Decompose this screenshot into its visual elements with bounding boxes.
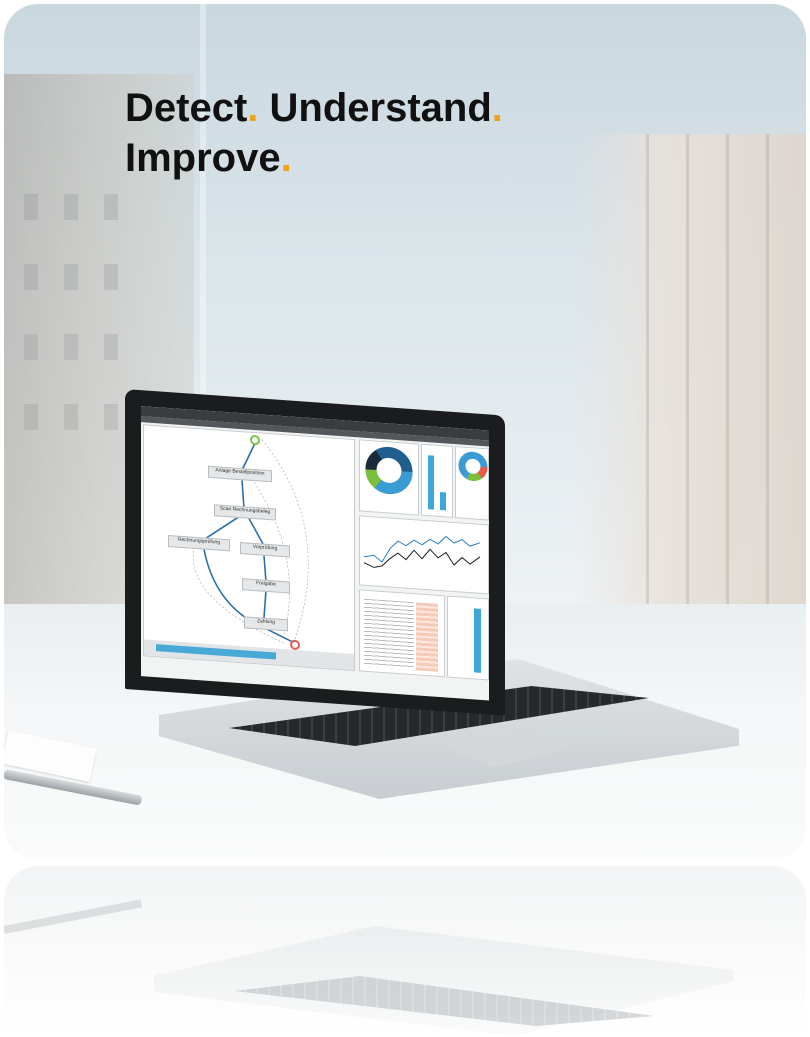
process-start-icon: [250, 434, 260, 446]
bar-chart-panel: [447, 595, 489, 681]
building-window: [24, 194, 38, 220]
reflection-pen: [4, 899, 143, 934]
process-edge: [263, 555, 267, 582]
line-chart: [363, 535, 481, 568]
donut-chart: [365, 446, 413, 495]
process-end-icon: [290, 639, 300, 651]
building-window: [64, 334, 78, 360]
building-window: [104, 264, 118, 290]
process-map-panel: Anlage Bestellposition Scan Rechnungsbel…: [143, 424, 355, 672]
donut-chart-panel: [455, 446, 489, 521]
building-window: [64, 404, 78, 430]
table-panel: [359, 589, 445, 678]
donut-chart: [458, 451, 488, 481]
table-heat-column: [416, 602, 438, 672]
process-edge: [247, 516, 265, 547]
building-column: [646, 134, 649, 654]
hero-card: Detect. Understand. Improve. Anlage Best…: [4, 4, 806, 860]
headline-word-detect: Detect: [125, 86, 248, 130]
building-column: [726, 134, 729, 654]
building-window: [64, 264, 78, 290]
building-window: [64, 194, 78, 220]
building-column: [766, 134, 769, 654]
building-window: [24, 334, 38, 360]
laptop-lid: Anlage Bestellposition Scan Rechnungsbel…: [125, 389, 505, 716]
headline-dot: .: [491, 86, 503, 130]
process-edge: [241, 480, 245, 509]
headline-word-improve: Improve: [125, 136, 281, 180]
building-window: [104, 194, 118, 220]
background-building-right: [576, 134, 806, 654]
headline-dot: .: [280, 136, 292, 180]
building-window: [24, 264, 38, 290]
reflection: [4, 866, 806, 1037]
line-chart-panel: [359, 515, 489, 595]
headline-word-understand: Understand: [269, 86, 492, 130]
timeline-fill: [156, 644, 276, 660]
laptop-screen: Anlage Bestellposition Scan Rechnungsbel…: [141, 406, 489, 701]
table-rows: [364, 598, 414, 671]
line-series: [363, 548, 481, 568]
bar: [474, 608, 481, 673]
building-window: [24, 404, 38, 430]
bar-chart-panel: [421, 443, 453, 518]
bar: [428, 455, 434, 510]
process-edge: [263, 589, 267, 618]
headline: Detect. Understand. Improve.: [125, 83, 645, 183]
building-window: [104, 334, 118, 360]
building-column: [686, 134, 689, 654]
headline-dot: .: [247, 86, 259, 130]
bar: [440, 492, 446, 511]
process-edge-dashed: [251, 478, 290, 636]
building-window: [104, 404, 118, 430]
reflection-laptop: [154, 926, 734, 1036]
donut-chart-panel: [359, 439, 419, 516]
line-series: [363, 535, 481, 563]
